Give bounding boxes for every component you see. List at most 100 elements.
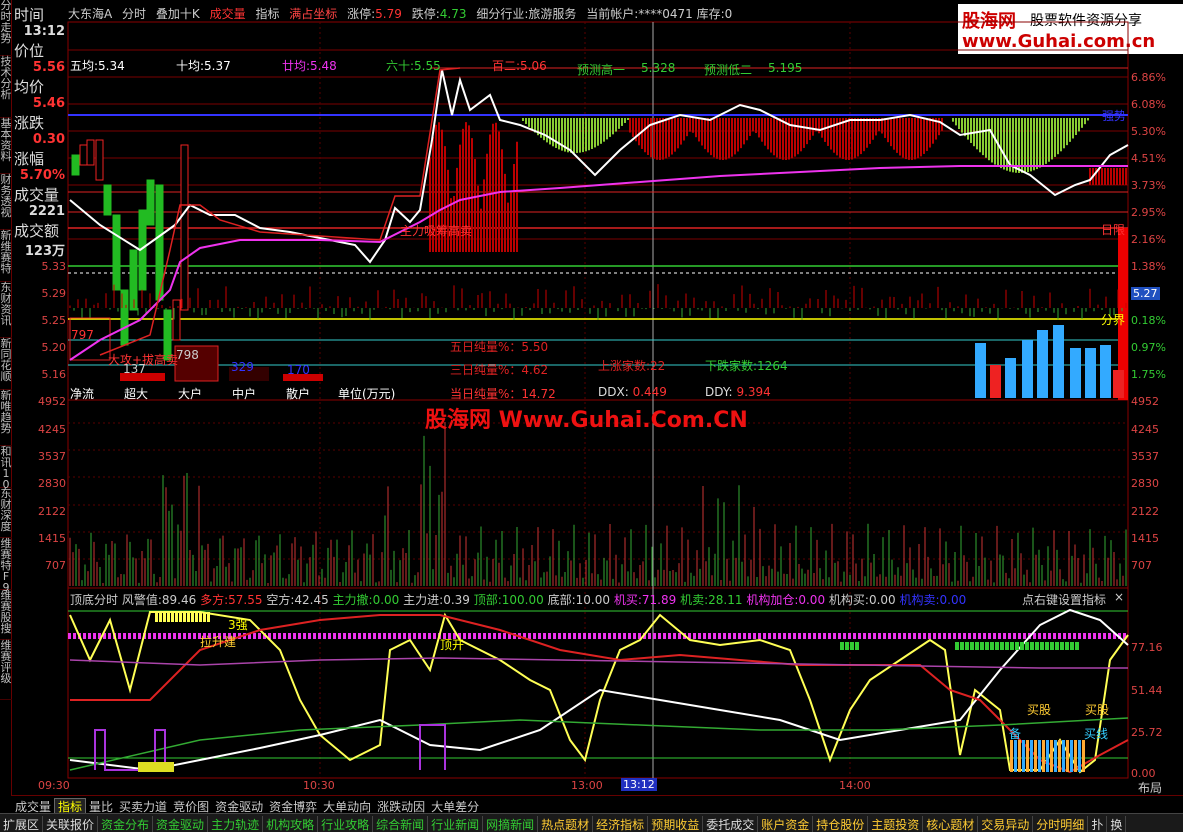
bottom-menu-item[interactable]: 热点题材 (538, 816, 594, 832)
ind-purple-step (419, 724, 446, 770)
ma20-label: 廿均:5.48 (282, 59, 337, 73)
pred-low-label: 预测低二 (704, 63, 753, 77)
prepare-mark: 备 (1009, 727, 1022, 741)
ind-axis: 25.72 (1131, 726, 1163, 739)
flow-super: 超大 (124, 387, 149, 401)
signal-block (1035, 642, 1039, 650)
signal-block (1000, 642, 1004, 650)
flow-net: 净流 (70, 387, 95, 401)
divide-label: 分界 (1101, 313, 1126, 327)
pct-axis-label: 2.95% (1131, 206, 1166, 219)
buy-mark-2: 买股 (1085, 703, 1110, 717)
bottom-menu-item[interactable]: 主题投资 (868, 816, 924, 832)
bottom-menu-item[interactable]: 分时明细 (1033, 816, 1089, 832)
signal-block (1020, 642, 1024, 650)
bottom-menu: 扩展区 关联报价 资金分布 资金驱动 主力轨迹 机构攻略 行业攻略 综合新闻 行业新闻 网摘新闻热… (0, 813, 1183, 832)
ma5-label: 五均:5.34 (70, 59, 125, 73)
pct-axis-label: 2.16% (1131, 233, 1166, 246)
signal-block (1040, 642, 1044, 650)
bottom-menu-item[interactable]: 预期收益 (648, 816, 704, 832)
signal-block (980, 642, 984, 650)
bottom-tab[interactable]: 指标 (54, 798, 87, 814)
flow-histogram-bar (1053, 325, 1064, 398)
time-tick: 10:30 (303, 779, 335, 792)
layout-button[interactable]: 布局 (1138, 779, 1162, 796)
candle (112, 214, 121, 291)
ma60-label: 六十:5.55 (386, 59, 441, 73)
down-count: 下跌家数:1264 (705, 359, 788, 373)
bottom-menu-item[interactable]: 核心题材 (923, 816, 979, 832)
pct-axis-label: 3.73% (1131, 179, 1166, 192)
volume-axis-label: 3537 (1131, 450, 1159, 463)
signal-block (187, 612, 190, 622)
candle (146, 179, 155, 226)
net3-label: 三日纯量%：4.62 (450, 363, 549, 377)
signal-block (183, 612, 186, 622)
ma10-label: 十均:5.37 (176, 59, 231, 73)
value-170: 170 (287, 363, 310, 377)
bottom-menu-item[interactable]: 账户资金 (758, 816, 814, 832)
close-icon[interactable]: × (1114, 590, 1124, 604)
signal-block (191, 612, 194, 622)
buy-signal-bar (1014, 740, 1017, 772)
ind-axis: 77.16 (1131, 641, 1163, 654)
bottom-menu-item[interactable]: 资金分布 (98, 816, 154, 832)
bottom-menu-item[interactable]: 换 (1107, 816, 1127, 832)
pred-high-label: 预测高一 (577, 63, 626, 77)
flow-histogram-bar (975, 343, 986, 398)
signal-block (159, 612, 162, 622)
signal-block (207, 612, 210, 622)
bottom-menu-item[interactable]: 交易异动 (978, 816, 1034, 832)
net5-label: 五日纯量%：5.50 (450, 340, 549, 354)
flow-histogram-bar (990, 365, 1001, 398)
daily-limit-label: 日限 (1101, 223, 1126, 237)
buy-signal-bar (1022, 740, 1025, 772)
buy-signal-bar (1070, 740, 1073, 772)
signal-block (955, 642, 959, 650)
bottom-menu-item[interactable]: 机构攻略 (263, 816, 319, 832)
pct-axis-label: 0.97% (1131, 341, 1166, 354)
lift-label: 主力吸筹高卖 (400, 224, 473, 238)
climb-mark: 拉升建 (200, 635, 237, 649)
candle (180, 144, 189, 311)
indicator-hint[interactable]: 点右键设置指标 (1022, 591, 1106, 608)
time-tick: 09:30 (38, 779, 70, 792)
ind-axis: 51.44 (1131, 684, 1163, 697)
signal-block (1065, 642, 1069, 650)
bottom-menu-item[interactable]: 网摘新闻 (483, 816, 539, 832)
buy-signal-bar (1066, 740, 1069, 772)
bottom-menu-item[interactable]: 综合新闻 (373, 816, 429, 832)
bottom-menu-item[interactable]: 扩展区 (0, 816, 44, 832)
pct-axis-label: 6.86% (1131, 71, 1166, 84)
signal-block (179, 612, 182, 622)
value-329: 329 (231, 360, 254, 374)
buy-signal-bar (1010, 740, 1013, 772)
value-137: 137 (123, 362, 146, 376)
flow-histogram-bar (1113, 370, 1124, 398)
volume-axis-label: 4245 (38, 423, 66, 436)
bottom-menu-item[interactable]: 行业攻略 (318, 816, 374, 832)
signal-block (1060, 642, 1064, 650)
buy-signal-bar (1026, 740, 1029, 772)
bottom-menu-item[interactable]: 关联报价 (43, 816, 99, 832)
bottom-menu-item[interactable]: 持仓股份 (813, 816, 869, 832)
price-axis-label: 5.20 (41, 341, 67, 354)
pct-axis-label: 4.51% (1131, 152, 1166, 165)
buyline-mark: 买线 (1084, 727, 1109, 741)
signal-block (171, 612, 174, 622)
buy-signal-bar (1054, 740, 1057, 772)
bottom-menu-item[interactable]: 经济指标 (593, 816, 649, 832)
bottom-menu-item[interactable]: 主力轨迹 (208, 816, 264, 832)
signal-block (167, 612, 170, 622)
bottom-menu-item[interactable]: 扑 (1088, 816, 1108, 832)
signal-block (1070, 642, 1074, 650)
pct-axis-label: 1.38% (1131, 260, 1166, 273)
bottom-menu-item[interactable]: 行业新闻 (428, 816, 484, 832)
volume-axis-label: 3537 (38, 450, 66, 463)
bottom-menu-item[interactable]: 委托成交 (703, 816, 759, 832)
signal-block (195, 612, 198, 622)
net-today: 当日纯量%：14.72 (450, 387, 556, 401)
buy-mark-1: 买股 (1027, 703, 1052, 717)
bottom-menu-item[interactable]: 资金驱动 (153, 816, 209, 832)
flow-unit: 单位(万元) (338, 387, 396, 401)
